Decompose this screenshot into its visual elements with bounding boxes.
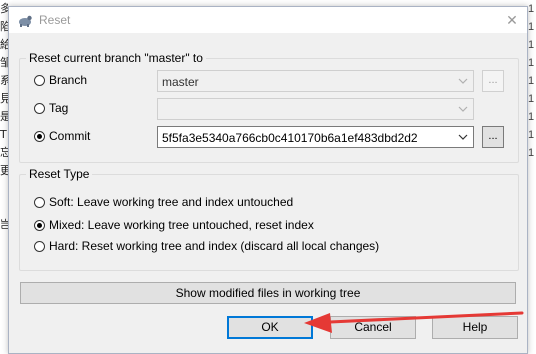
- commit-input[interactable]: 5f5fa3e5340a766cb0c410170b6a1ef483dbd2d2: [157, 126, 474, 148]
- close-icon: ✕: [506, 12, 518, 28]
- ok-button[interactable]: OK: [227, 316, 313, 339]
- radio-tag-indicator: [34, 102, 45, 114]
- title-bar: Reset ✕: [9, 7, 527, 33]
- radio-tag[interactable]: Tag: [34, 101, 68, 115]
- radio-hard-label: Hard: Reset working tree and index (disc…: [49, 239, 380, 253]
- radio-mixed[interactable]: Mixed: Leave working tree untouched, res…: [34, 218, 314, 232]
- radio-tag-label: Tag: [49, 101, 69, 115]
- commit-browse-button[interactable]: ...: [482, 126, 504, 148]
- chevron-down-icon: [458, 134, 468, 140]
- tortoisegit-icon: [19, 15, 32, 27]
- radio-commit-indicator: [34, 130, 45, 142]
- radio-hard[interactable]: Hard: Reset working tree and index (disc…: [34, 239, 379, 253]
- reset-type-legend: Reset Type: [29, 167, 90, 181]
- radio-commit[interactable]: Commit: [34, 129, 90, 143]
- background-text-column: 多陷給邹系見是T忘更岂: [0, 2, 8, 231]
- radio-commit-label: Commit: [49, 129, 91, 143]
- reset-dialog: Reset ✕ Reset current branch "master" to…: [8, 6, 528, 354]
- radio-branch-indicator: [34, 74, 45, 86]
- branch-browse-button[interactable]: ...: [482, 70, 504, 92]
- branch-select-value: master: [162, 75, 199, 89]
- reset-target-legend: Reset current branch "master" to: [29, 51, 203, 65]
- show-modified-button[interactable]: Show modified files in working tree: [20, 282, 516, 304]
- help-button[interactable]: Help: [432, 316, 518, 339]
- cancel-button[interactable]: Cancel: [330, 316, 416, 339]
- radio-branch-label: Branch: [49, 73, 88, 87]
- radio-soft-indicator: [34, 196, 45, 208]
- branch-select[interactable]: master: [157, 70, 474, 92]
- commit-input-value: 5f5fa3e5340a766cb0c410170b6a1ef483dbd2d2: [162, 131, 418, 145]
- chevron-down-icon: [458, 78, 468, 84]
- chevron-down-icon: [458, 106, 468, 112]
- branch-browse-label: ...: [488, 74, 498, 86]
- radio-mixed-indicator: [34, 219, 45, 231]
- radio-branch[interactable]: Branch: [34, 73, 87, 87]
- radio-soft-label: Soft: Leave working tree and index untou…: [49, 195, 294, 209]
- commit-browse-label: ...: [488, 130, 498, 142]
- background-right-column: 111111111: [528, 0, 536, 354]
- radio-soft[interactable]: Soft: Leave working tree and index untou…: [34, 195, 293, 209]
- tag-select[interactable]: [157, 98, 474, 120]
- radio-hard-indicator: [34, 240, 45, 252]
- radio-mixed-label: Mixed: Leave working tree untouched, res…: [49, 218, 314, 232]
- dialog-title: Reset: [39, 13, 71, 27]
- close-button[interactable]: ✕: [497, 7, 527, 33]
